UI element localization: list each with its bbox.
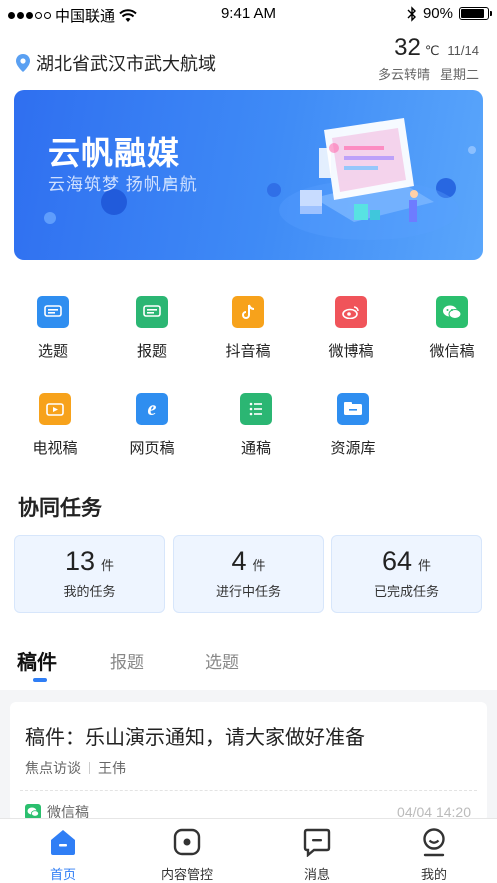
article-column: 焦点访谈 [25,760,81,776]
function-label: 网页稿 [129,440,175,457]
bluetooth-icon [407,5,416,22]
profile-icon [423,828,445,857]
article-divider [20,790,477,791]
task-label: 已完成任务 [373,584,439,599]
function-label: 微信稿 [429,343,475,360]
task-count: 13 [64,546,96,576]
tab-indicator [33,678,47,682]
banner[interactable]: 云帆融媒 云海筑梦 扬帆启航 [14,90,483,260]
function-item-report-topic[interactable]: 报题 [102,296,202,361]
function-label: 资源库 [330,440,376,457]
nav-label: 我的 [420,867,447,882]
task-label: 进行中任务 [215,584,281,599]
meta-divider [89,762,90,774]
function-item-weibo[interactable]: 微博稿 [301,296,401,361]
task-card-completed[interactable]: 64 件 已完成任务 [331,535,482,613]
function-item-douyin[interactable]: 抖音稿 [198,296,298,361]
task-unit: 件 [418,558,432,573]
task-card-in-progress[interactable]: 4 件 进行中任务 [173,535,324,613]
wechat-icon [436,296,468,328]
task-card-mine[interactable]: 13 件 我的任务 [14,535,165,613]
task-unit: 件 [252,558,266,573]
nav-label: 内容管控 [160,867,213,882]
article-title: 稿件：乐山演示通知，请大家做好准备 [25,727,365,749]
web-icon: e [136,393,168,425]
function-item-wechat[interactable]: 微信稿 [402,296,497,361]
function-label: 抖音稿 [225,343,271,360]
task-count: 64 [381,546,413,576]
weather-condition: 多云转晴 [377,67,430,82]
nav-content-control[interactable]: 内容管控 [137,827,237,883]
bottom-nav: 首页 内容管控 消息 我的 [0,818,497,883]
function-item-web[interactable]: e 网页稿 [102,393,202,458]
tab-report-topics[interactable]: 报题 [110,648,144,673]
tab-manuscripts[interactable]: 稿件 [17,646,57,675]
function-label: 微博稿 [328,343,374,360]
content-control-icon [173,828,201,856]
function-item-resource-library[interactable]: 资源库 [303,393,403,458]
battery-percent: 90% [422,5,453,22]
press-release-icon [240,393,272,425]
article-meta: 焦点访谈 王伟 [25,758,126,778]
location-row[interactable]: 湖北省武汉市武大航域 [16,50,216,76]
function-item-press-release[interactable]: 通稿 [206,393,306,458]
tv-icon [39,393,71,425]
banner-title: 云帆融媒 [48,135,181,171]
status-bar: 中国联通 9:41 AM 90% [0,0,497,30]
temperature: 32 [394,34,421,61]
home-icon [51,830,75,855]
tab-topics[interactable]: 选题 [205,648,239,673]
nav-home[interactable]: 首页 [13,827,113,883]
banner-subtitle: 云海筑梦 扬帆启航 [48,175,198,194]
article-author: 王伟 [98,760,126,776]
message-icon [303,828,331,858]
function-label: 电视稿 [32,440,78,457]
nav-label: 首页 [49,867,76,882]
report-topic-icon [136,296,168,328]
tasks-title: 协同任务 [18,497,102,520]
nav-label: 消息 [303,867,330,882]
nav-messages[interactable]: 消息 [267,827,367,883]
topic-icon [37,296,69,328]
function-label: 选题 [37,343,68,360]
content-tabs: 稿件 报题 选题 [0,648,497,688]
weather-widget: 32 ℃ 11/14 多云转晴 星期二 [359,34,479,83]
battery-icon [459,7,492,20]
temperature-unit: ℃ [424,43,440,58]
resource-library-icon [337,393,369,425]
function-label: 报题 [136,343,167,360]
battery-level [461,9,485,18]
weather-date: 11/14 [447,43,479,58]
article-card[interactable]: 稿件：乐山演示通知，请大家做好准备 焦点访谈 王伟 微信稿 04/04 14:2… [10,702,487,822]
weekday: 星期二 [439,67,479,82]
status-right: 90% [407,5,492,22]
douyin-icon [232,296,264,328]
weibo-icon [335,296,367,328]
location-pin-icon [16,54,30,72]
function-item-topic[interactable]: 选题 [3,296,103,361]
function-item-tv[interactable]: 电视稿 [5,393,105,458]
function-label: 通稿 [240,440,271,457]
location-text: 湖北省武汉市武大航域 [36,54,216,74]
nav-profile[interactable]: 我的 [384,827,484,883]
task-unit: 件 [101,558,115,573]
task-count: 4 [231,546,247,576]
task-label: 我的任务 [63,584,116,599]
